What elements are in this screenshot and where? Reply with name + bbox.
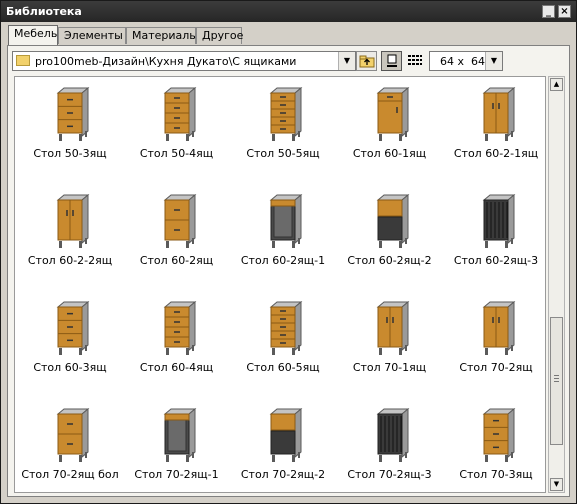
library-item[interactable]: Стол 70-3ящ bbox=[443, 398, 545, 492]
library-item[interactable]: Стол 60-1ящ bbox=[337, 77, 443, 177]
library-item[interactable]: Стол 60-2-1ящ bbox=[443, 77, 545, 177]
cabinet-thumbnail-icon bbox=[370, 86, 410, 143]
chevron-down-icon[interactable]: ▼ bbox=[485, 52, 502, 70]
tab-label: Другое bbox=[202, 29, 244, 42]
cabinet-thumbnail-icon bbox=[476, 193, 516, 250]
item-label: Стол 60-3ящ bbox=[33, 361, 107, 374]
item-label: Стол 60-2-1ящ bbox=[453, 147, 539, 160]
title-bar[interactable]: Библиотека _ × bbox=[1, 1, 576, 22]
item-label: Стол 50-4ящ bbox=[139, 147, 214, 160]
item-label: Стол 70-2ящ-3 bbox=[347, 468, 432, 481]
library-item[interactable]: Стол 60-2ящ-3 bbox=[443, 184, 545, 284]
folder-icon bbox=[16, 55, 30, 66]
path-select[interactable]: pro100meb-Дизайн\Кухня Дукато\С ящиками … bbox=[12, 51, 356, 71]
item-label: Стол 60-2-2ящ bbox=[27, 254, 113, 267]
library-item[interactable]: Стол 70-2ящ-2 bbox=[230, 398, 336, 492]
folder-up-button[interactable] bbox=[356, 51, 377, 71]
item-label: Стол 60-4ящ bbox=[139, 361, 214, 374]
library-item[interactable]: Стол 60-5ящ bbox=[230, 291, 336, 391]
scroll-up-icon[interactable]: ▲ bbox=[550, 78, 563, 91]
item-label: Стол 60-5ящ bbox=[246, 361, 320, 374]
cabinet-thumbnail-icon bbox=[370, 193, 410, 250]
cabinet-thumbnail-icon bbox=[370, 407, 410, 464]
cabinet-thumbnail-icon bbox=[263, 300, 303, 357]
scroll-down-icon[interactable]: ▼ bbox=[550, 478, 563, 491]
item-label: Стол 70-2ящ bbox=[459, 361, 533, 374]
library-item[interactable]: Стол 50-4ящ bbox=[124, 77, 230, 177]
cabinet-thumbnail-icon bbox=[370, 300, 410, 357]
item-label: Стол 60-2ящ-3 bbox=[453, 254, 539, 267]
cabinet-thumbnail-icon bbox=[50, 300, 90, 357]
cabinet-thumbnail-icon bbox=[157, 193, 197, 250]
view-list-button[interactable] bbox=[404, 51, 425, 71]
library-panel: pro100meb-Дизайн\Кухня Дукато\С ящиками … bbox=[7, 45, 570, 497]
items-grid: Стол 50-3ящ Стол 50-4ящ Стол 50-5ящ Стол… bbox=[14, 76, 546, 493]
library-window: Библиотека _ × Мебель Элементы Материалы… bbox=[0, 0, 577, 504]
item-label: Стол 50-3ящ bbox=[33, 147, 107, 160]
item-label: Стол 70-1ящ bbox=[352, 361, 427, 374]
path-text: pro100meb-Дизайн\Кухня Дукато\С ящиками bbox=[35, 55, 297, 68]
cabinet-thumbnail-icon bbox=[263, 407, 303, 464]
library-item[interactable]: Стол 60-2ящ-2 bbox=[337, 184, 443, 284]
thumbnail-size-value: 64 x 64 bbox=[440, 55, 485, 68]
tab-furniture[interactable]: Мебель bbox=[8, 25, 58, 45]
folder-up-icon bbox=[359, 55, 374, 68]
cabinet-thumbnail-icon bbox=[50, 407, 90, 464]
item-label: Стол 70-2ящ-2 bbox=[240, 468, 326, 481]
thumbnail-size-select[interactable]: 64 x 64 ▼ bbox=[429, 51, 503, 71]
library-item[interactable]: Стол 60-4ящ bbox=[124, 291, 230, 391]
vertical-scrollbar[interactable]: ▲ ▼ bbox=[548, 76, 565, 493]
tab-materials[interactable]: Материалы bbox=[126, 27, 198, 44]
cabinet-thumbnail-icon bbox=[476, 86, 516, 143]
library-item[interactable]: Стол 60-2ящ-1 bbox=[230, 184, 336, 284]
close-icon[interactable]: × bbox=[558, 5, 571, 18]
library-item[interactable]: Стол 70-1ящ bbox=[337, 291, 443, 391]
tab-elements[interactable]: Элементы bbox=[58, 27, 126, 44]
cabinet-thumbnail-icon bbox=[263, 86, 303, 143]
library-item[interactable]: Стол 50-3ящ bbox=[17, 77, 123, 177]
window-title: Библиотека bbox=[6, 5, 82, 18]
library-item[interactable]: Стол 70-2ящ-1 bbox=[124, 398, 230, 492]
library-item[interactable]: Стол 70-2ящ бол bbox=[17, 398, 123, 492]
library-item[interactable]: Стол 50-5ящ bbox=[230, 77, 336, 177]
chevron-down-icon[interactable]: ▼ bbox=[338, 52, 355, 70]
library-item[interactable]: Стол 60-2-2ящ bbox=[17, 184, 123, 284]
tab-label: Материалы bbox=[132, 29, 198, 42]
item-label: Стол 70-2ящ-1 bbox=[134, 468, 219, 481]
view-large-icons-button[interactable] bbox=[381, 51, 402, 71]
minimize-icon[interactable]: _ bbox=[542, 5, 555, 18]
large-icons-icon bbox=[386, 54, 397, 67]
tab-other[interactable]: Другое bbox=[196, 27, 244, 44]
item-label: Стол 60-2ящ bbox=[139, 254, 214, 267]
item-label: Стол 70-3ящ bbox=[459, 468, 533, 481]
cabinet-thumbnail-icon bbox=[263, 193, 303, 250]
tab-label: Элементы bbox=[64, 29, 123, 42]
library-item[interactable]: Стол 60-2ящ bbox=[124, 184, 230, 284]
cabinet-thumbnail-icon bbox=[157, 407, 197, 464]
cabinet-thumbnail-icon bbox=[476, 300, 516, 357]
tab-label: Мебель bbox=[14, 27, 58, 40]
library-item[interactable]: Стол 60-3ящ bbox=[17, 291, 123, 391]
item-label: Стол 60-2ящ-2 bbox=[347, 254, 432, 267]
cabinet-thumbnail-icon bbox=[50, 193, 90, 250]
list-view-icon bbox=[407, 55, 422, 65]
library-item[interactable]: Стол 70-2ящ-3 bbox=[337, 398, 443, 492]
cabinet-thumbnail-icon bbox=[476, 407, 516, 464]
item-label: Стол 70-2ящ бол bbox=[21, 468, 119, 481]
item-label: Стол 60-1ящ bbox=[352, 147, 427, 160]
cabinet-thumbnail-icon bbox=[157, 86, 197, 143]
item-label: Стол 60-2ящ-1 bbox=[240, 254, 326, 267]
item-label: Стол 50-5ящ bbox=[246, 147, 320, 160]
cabinet-thumbnail-icon bbox=[157, 300, 197, 357]
scrollbar-thumb[interactable] bbox=[550, 317, 563, 445]
library-item[interactable]: Стол 70-2ящ bbox=[443, 291, 545, 391]
cabinet-thumbnail-icon bbox=[50, 86, 90, 143]
